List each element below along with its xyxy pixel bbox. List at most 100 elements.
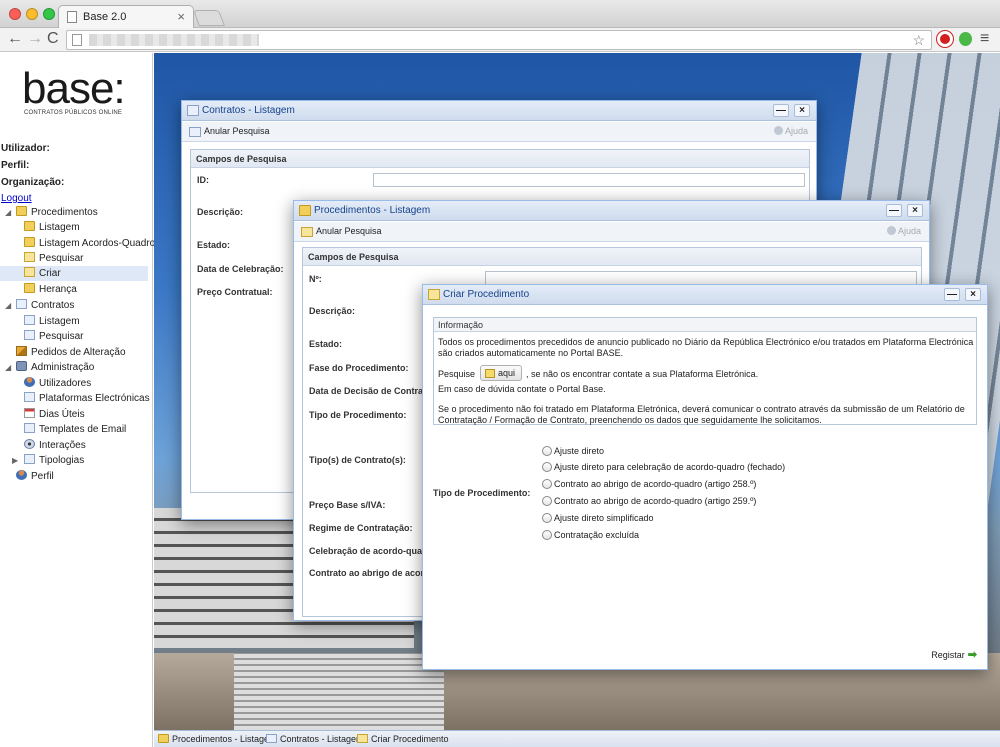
search-folder-icon [24, 252, 35, 262]
opera-extension-icon[interactable] [937, 31, 953, 47]
browser-menu-icon[interactable]: ≡ [980, 30, 989, 48]
folder-icon [24, 221, 35, 231]
register-label: Registar [931, 650, 965, 660]
green-extension-icon[interactable] [959, 32, 972, 46]
base-logo: base: [22, 64, 126, 113]
window-header[interactable]: Contratos - Listagem — × [182, 101, 816, 121]
sidebar-item-heranca[interactable]: Herança [24, 283, 77, 298]
sidebar-item-contratos-pesquisar[interactable]: Pesquisar [24, 330, 83, 345]
sidebar-item-label: Pedidos de Alteração [31, 347, 126, 358]
sidebar-item-plataformas[interactable]: Plataformas Electrónicas [24, 392, 150, 407]
reload-icon[interactable]: C [47, 30, 59, 48]
window-header[interactable]: Criar Procedimento — × [423, 285, 987, 305]
search-here-label: aqui [498, 368, 516, 378]
sidebar-item-label: Pesquisar [39, 331, 84, 342]
close-button[interactable]: × [794, 104, 810, 117]
radio-button[interactable] [542, 530, 552, 540]
radio-option[interactable]: Ajuste direto [542, 446, 604, 456]
sidebar-item-label: Perfil [31, 471, 54, 482]
back-arrow-icon[interactable]: ← [7, 30, 23, 48]
help-button[interactable]: Ajuda [886, 226, 921, 236]
sidebar-item-pesquisar[interactable]: Pesquisar [24, 252, 83, 267]
clear-search-button[interactable]: Anular Pesquisa [204, 126, 270, 136]
clear-search-icon [189, 127, 201, 137]
logout-link[interactable]: Logout [1, 193, 32, 204]
field-label: Regime de Contratação: [309, 523, 413, 533]
sidebar-item-perfil[interactable]: Perfil [16, 470, 54, 485]
calendar-icon [24, 408, 35, 418]
expand-arrow-icon[interactable]: ◢ [5, 208, 11, 217]
sidebar-item-label: Listagem [39, 316, 80, 327]
new-folder-icon [24, 267, 35, 277]
id-input[interactable] [373, 173, 805, 187]
minimize-button[interactable]: — [886, 204, 902, 217]
clear-search-button[interactable]: Anular Pesquisa [316, 226, 382, 236]
close-button[interactable]: × [965, 288, 981, 301]
sidebar-item-label: Templates de Email [39, 424, 127, 435]
sidebar-item-listagem-acordos[interactable]: Listagem Acordos-Quadro [24, 237, 155, 252]
field-label: Estado: [197, 240, 231, 250]
search-document-icon [24, 330, 35, 340]
window-close-button[interactable] [9, 8, 21, 20]
radio-option[interactable]: Contrato ao abrigo de acordo-quadro (art… [542, 479, 756, 489]
taskbar-label: Criar Procedimento [371, 734, 449, 744]
radio-option[interactable]: Contratação excluída [542, 530, 639, 540]
help-button[interactable]: Ajuda [773, 126, 808, 136]
radio-option[interactable]: Contrato ao abrigo de acordo-quadro (art… [542, 496, 756, 506]
sidebar-item-utilizadores[interactable]: Utilizadores [24, 377, 91, 392]
sidebar-item-listagem[interactable]: Listagem [24, 221, 80, 236]
numero-input[interactable] [485, 271, 917, 285]
minimize-button[interactable]: — [944, 288, 960, 301]
document-icon [16, 299, 27, 309]
sidebar-item-templates-email[interactable]: Templates de Email [24, 423, 126, 438]
page-icon [67, 11, 77, 23]
sidebar-item-label: Utilizadores [39, 378, 92, 389]
sidebar-item-tipologias[interactable]: Tipologias [24, 454, 84, 469]
radio-button[interactable] [542, 513, 552, 523]
sidebar-item-contratos[interactable]: Contratos [16, 299, 74, 314]
help-icon [773, 126, 783, 135]
browser-toolbar: ← → C ☆ [0, 28, 1000, 52]
radio-button[interactable] [542, 462, 552, 472]
close-button[interactable]: × [907, 204, 923, 217]
arrow-right-icon: ➡ [967, 649, 977, 661]
sidebar-item-criar[interactable]: Criar [0, 266, 148, 281]
radio-button[interactable] [542, 496, 552, 506]
taskbar-item[interactable]: Procedimentos - Listagem [158, 734, 277, 744]
expand-arrow-icon[interactable]: ◢ [5, 301, 11, 310]
radio-option[interactable]: Ajuste direto para celebração de acordo-… [542, 462, 785, 472]
search-here-button[interactable]: aqui [480, 365, 522, 381]
sidebar-item-administracao[interactable]: Administração [16, 361, 94, 376]
register-button[interactable]: Registar ➡ [931, 648, 977, 661]
minimize-button[interactable]: — [773, 104, 789, 117]
new-tab-button[interactable] [193, 10, 225, 26]
sidebar-item-contratos-listagem[interactable]: Listagem [24, 315, 80, 330]
expand-arrow-icon[interactable]: ◢ [5, 363, 11, 372]
field-label: Contrato ao abrigo de acordo [309, 568, 436, 578]
sidebar-item-label: Criar [39, 268, 61, 279]
radio-button[interactable] [542, 446, 552, 456]
browser-tab[interactable]: Base 2.0 × [58, 5, 194, 29]
taskbar-label: Procedimentos - Listagem [172, 734, 277, 744]
radio-button[interactable] [542, 479, 552, 489]
bookmark-star-icon[interactable]: ☆ [912, 32, 925, 49]
sidebar-item-procedimentos[interactable]: Procedimentos [16, 206, 98, 221]
sidebar-item-dias-uteis[interactable]: Dias Úteis [24, 408, 85, 423]
window-maximize-button[interactable] [43, 8, 55, 20]
sidebar-item-label: Herança [39, 284, 77, 295]
collapse-arrow-icon[interactable]: ▶ [12, 456, 18, 465]
radio-option[interactable]: Ajuste direto simplificado [542, 513, 654, 523]
taskbar-item[interactable]: Contratos - Listagem [266, 734, 364, 744]
window-header[interactable]: Procedimentos - Listagem — × [294, 201, 929, 221]
taskbar-item[interactable]: Criar Procedimento [357, 734, 449, 744]
field-label: Tipo de Procedimento: [309, 410, 407, 420]
window-minimize-button[interactable] [26, 8, 38, 20]
sidebar-item-interacoes[interactable]: Interações [24, 439, 86, 454]
tab-close-icon[interactable]: × [177, 9, 185, 24]
forward-arrow-icon[interactable]: → [27, 30, 43, 48]
sidebar-item-pedidos-alteracao[interactable]: Pedidos de Alteração [16, 346, 126, 361]
radio-label: Contrato ao abrigo de acordo-quadro (art… [554, 479, 757, 489]
organization-label: Organização: [1, 177, 65, 188]
address-bar[interactable]: ☆ [66, 30, 932, 50]
sidebar-item-label: Dias Úteis [39, 409, 85, 420]
